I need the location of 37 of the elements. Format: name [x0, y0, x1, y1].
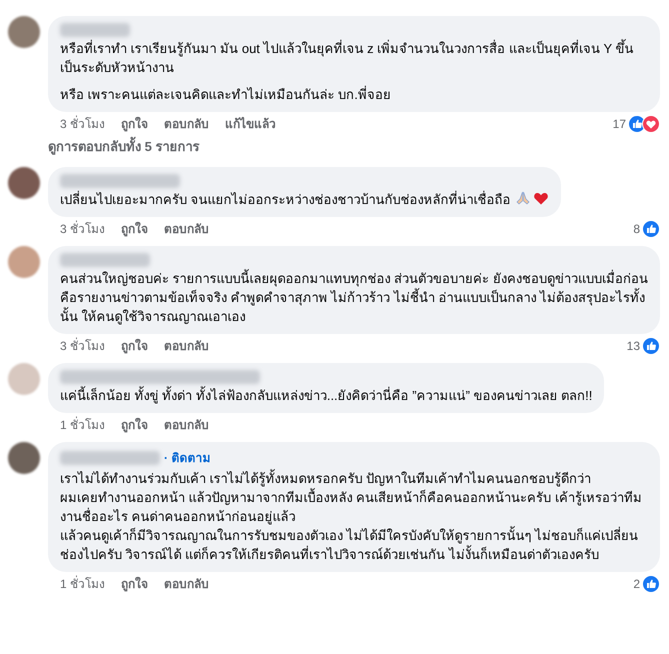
reaction-count[interactable]: 2 [633, 574, 640, 592]
comment-action[interactable]: ถูกใจ [121, 114, 148, 132]
comment-text: เราไม่ได้ทำงานร่วมกับเค้า เราไม่ได้รู้ทั้งหมดหรอกครับ ปัญหาในทีมเค้าทำไมคนนอกชอบรู้ดีกว่า ผมเคยทำงานออกหน้า แล้วปัญหามาจากทีมเบื้องหลัง คนเสียหน้าก็คือคนออกหน้านะครับ เค้ารู้เหรอว่าทีมงานชื่ออะไร คนด่าคนออกหน้าก่อนอยู่แล้ว แล้วคนดูเค้าก็มีวิจารณญาณในการรับชมของตัวเอง ไม่ได้มีใครบังคับให้ดูรายการนั้นๆ ไม่ชอบก็แค่เปลี่ยนช่องไปครับ วิจารณ์ได้ แต่ก็ควรให้เกียรติคนที่เราไปวิจารณ์ด้วยเช่นกัน ไม่งั้นก็เหมือนด่าตัวเองครับ [60, 469, 643, 564]
praying-hands-icon [514, 190, 531, 206]
heart-icon [532, 190, 549, 206]
comment-action[interactable]: ถูกใจ [121, 416, 148, 434]
reaction-count[interactable]: 17 [612, 114, 626, 132]
comment-text: คนส่วนใหญ่ชอบค่ะ รายการแบบนี้เลยผุดออกมาแทบทุกช่อง ส่วนตัวขอบายค่ะ ยังคงชอบดูข่าวแบบเมื่อก่อน คือรายงานข่าวตามข้อเท็จจริง คำพูดคำจาสุภาพ ไม่ก้าวร้าว ไม่ชี้นำ อ่านแบบเป็นกลาง ไม่ต้องสรุปอะไรทั้งนั้น ให้คนดูใช้วิจารณญาณเอาเอง [60, 269, 648, 326]
comment-action[interactable]: ตอบกลับ [164, 220, 210, 238]
comment-action[interactable]: ถูกใจ [121, 574, 148, 592]
comment-time[interactable]: 1 ชั่วโมง [60, 574, 106, 592]
comment-action[interactable]: ตอบกลับ [164, 114, 210, 132]
comment-text: หรือ เพราะคนแต่ละเจนคิดและทำไม่เหมือนกันล่ะ บก.พี่จอย [60, 85, 392, 104]
follow-link[interactable]: · ติดตาม [164, 449, 210, 467]
comment-action[interactable]: ตอบกลับ [164, 336, 210, 354]
comment-action[interactable]: ถูกใจ [121, 220, 148, 238]
comment-action[interactable]: ตอบกลับ [164, 416, 210, 434]
comment-time[interactable]: 3 ชั่วโมง [60, 114, 106, 132]
reaction-count[interactable]: 8 [633, 220, 640, 238]
reaction-count[interactable]: 13 [626, 336, 640, 354]
comment-action[interactable]: แก้ไขแล้ว [225, 114, 276, 132]
comment-time[interactable]: 3 ชั่วโมง [60, 336, 106, 354]
thumbs-up-icon [642, 574, 660, 592]
comment-text: หรือที่เราทำ เราเรียนรู้กันมา มัน out ไปแล้วในยุคที่เจน z เพิ่มจำนวนในวงการสื่อ และเป็นยุคที่เจน Y ขึ้นเป็นระดับหัวหน้างาน [60, 39, 635, 77]
comment-action[interactable]: ตอบกลับ [164, 574, 210, 592]
avatar[interactable] [8, 442, 40, 474]
avatar[interactable] [8, 167, 40, 199]
blurred-name [60, 23, 130, 37]
comment-action[interactable]: ถูกใจ [121, 336, 148, 354]
comment-text: แค่นี้เล็กน้อย ทั้งขู่ ทั้งด่า ทั้งไล่ฟ้องกลับแหล่งข่าว...ยังคิดว่านี่คือ ”ความแน่” ของคนข่าวเลย ตลก!! [60, 386, 592, 405]
avatar[interactable] [8, 16, 40, 48]
comment-time[interactable]: 3 ชั่วโมง [60, 220, 106, 238]
thumbs-up-icon [642, 220, 660, 238]
thumbs-up-icon [642, 336, 660, 354]
comment-text: เปลี่ยนไปเยอะมากครับ จนแยกไม่ออกระหว่างช่องชาวบ้านกับช่องหลักที่น่าเชื่อถือ [60, 190, 549, 209]
view-replies-link[interactable]: ดูการตอบกลับทั้ง 5 รายการ [48, 137, 200, 156]
comment-time[interactable]: 1 ชั่วโมง [60, 416, 106, 434]
